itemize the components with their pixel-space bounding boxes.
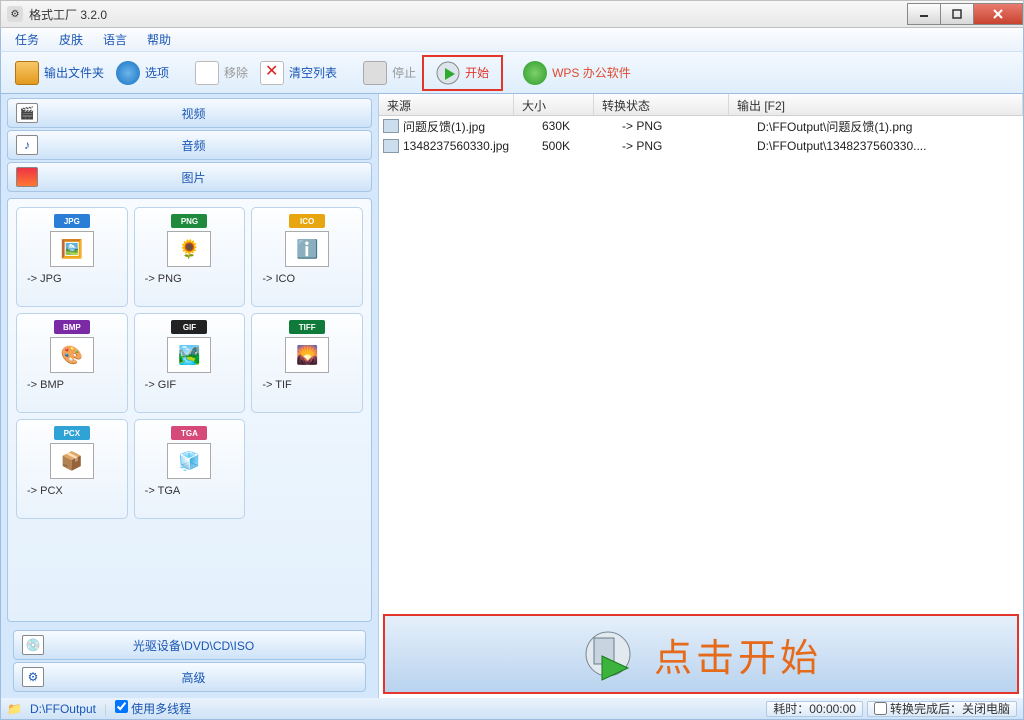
category-image[interactable]: 图片: [7, 162, 372, 192]
close-button[interactable]: [973, 3, 1023, 25]
titlebar: ⚙ 格式工厂 3.2.0: [0, 0, 1024, 28]
gear-icon: [116, 61, 140, 85]
video-icon: 🎬: [16, 103, 38, 123]
cta-label: 点击开始: [654, 627, 822, 682]
list-header: 来源 大小 转换状态 输出 [F2]: [379, 94, 1023, 116]
drive-icon: 💿: [22, 635, 44, 655]
window-title: 格式工厂 3.2.0: [29, 6, 107, 23]
menu-help[interactable]: 帮助: [147, 31, 171, 48]
left-panel: 🎬视频 ♪音频 图片 JPG🖼️-> JPGPNG🌻-> PNGICOℹ️-> …: [1, 94, 379, 698]
after-done-chip[interactable]: 转换完成后：关闭电脑: [867, 701, 1017, 717]
app-icon: ⚙: [7, 6, 23, 22]
menu-task[interactable]: 任务: [15, 31, 39, 48]
category-drive[interactable]: 💿光驱设备\DVD\CD\ISO: [13, 630, 366, 660]
clear-list-button[interactable]: ✕清空列表: [254, 57, 343, 89]
col-size[interactable]: 大小: [514, 94, 594, 115]
category-advanced[interactable]: ⚙高级: [13, 662, 366, 692]
format-bmp[interactable]: BMP🎨-> BMP: [16, 313, 128, 413]
minimize-button[interactable]: [907, 3, 941, 25]
start-button[interactable]: 开始: [422, 55, 503, 91]
file-icon: [383, 139, 399, 153]
format-jpg[interactable]: JPG🖼️-> JPG: [16, 207, 128, 307]
stop-icon: [363, 61, 387, 85]
advanced-icon: ⚙: [22, 667, 44, 687]
wps-button[interactable]: WPS 办公软件: [517, 57, 637, 89]
output-path[interactable]: D:\FFOutput: [30, 702, 96, 716]
col-source[interactable]: 来源: [379, 94, 514, 115]
format-tga[interactable]: TGA🧊-> TGA: [134, 419, 246, 519]
list-body[interactable]: 问题反馈(1).jpg630K-> PNGD:\FFOutput\问题反馈(1)…: [379, 116, 1023, 610]
wps-icon: [523, 61, 547, 85]
format-ico[interactable]: ICOℹ️-> ICO: [251, 207, 363, 307]
options-button[interactable]: 选项: [110, 57, 175, 89]
maximize-button[interactable]: [940, 3, 974, 25]
format-png[interactable]: PNG🌻-> PNG: [134, 207, 246, 307]
category-video[interactable]: 🎬视频: [7, 98, 372, 128]
remove-icon: [195, 61, 219, 85]
format-pcx[interactable]: PCX📦-> PCX: [16, 419, 128, 519]
file-icon: [383, 119, 399, 133]
stop-button[interactable]: 停止: [357, 57, 422, 89]
elapsed-chip: 耗时：00:00:00: [766, 701, 863, 717]
table-row[interactable]: 问题反馈(1).jpg630K-> PNGD:\FFOutput\问题反馈(1)…: [379, 116, 1023, 136]
menu-lang[interactable]: 语言: [103, 31, 127, 48]
play-icon: [436, 61, 460, 85]
menu-skin[interactable]: 皮肤: [59, 31, 83, 48]
statusbar: 📁 D:\FFOutput | 使用多线程 耗时：00:00:00 转换完成后：…: [0, 698, 1024, 720]
folder-icon: [15, 61, 39, 85]
format-gif[interactable]: GIF🏞️-> GIF: [134, 313, 246, 413]
toolbar: 输出文件夹 选项 移除 ✕清空列表 停止 开始 WPS 办公软件: [0, 52, 1024, 94]
big-start-cta[interactable]: 点击开始: [383, 614, 1019, 694]
clear-icon: ✕: [260, 61, 284, 85]
right-panel: 来源 大小 转换状态 输出 [F2] 问题反馈(1).jpg630K-> PNG…: [379, 94, 1023, 698]
play-big-icon: [580, 626, 636, 682]
table-row[interactable]: 1348237560330.jpg500K-> PNGD:\FFOutput\1…: [379, 136, 1023, 156]
format-grid: JPG🖼️-> JPGPNG🌻-> PNGICOℹ️-> ICO BMP🎨-> B…: [7, 198, 372, 622]
menubar: 任务 皮肤 语言 帮助: [0, 28, 1024, 52]
folder-status-icon: 📁: [7, 702, 22, 716]
remove-button[interactable]: 移除: [189, 57, 254, 89]
image-icon: [16, 167, 38, 187]
category-audio[interactable]: ♪音频: [7, 130, 372, 160]
audio-icon: ♪: [16, 135, 38, 155]
multithread-toggle[interactable]: 使用多线程: [115, 700, 191, 717]
col-output[interactable]: 输出 [F2]: [729, 94, 1023, 115]
col-status[interactable]: 转换状态: [594, 94, 729, 115]
output-folder-button[interactable]: 输出文件夹: [9, 57, 110, 89]
format-tiff[interactable]: TIFF🌄-> TIF: [251, 313, 363, 413]
